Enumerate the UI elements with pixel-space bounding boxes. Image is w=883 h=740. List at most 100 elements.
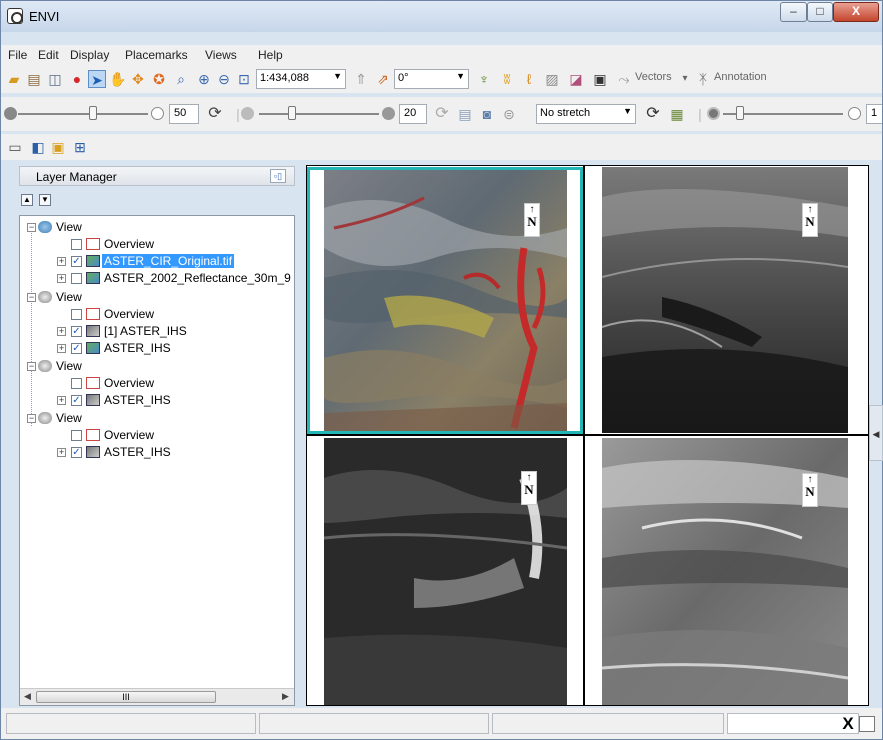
custom-layout-icon[interactable]: ⊞: [71, 138, 89, 156]
view-4-image[interactable]: ↑ N: [602, 438, 848, 705]
process-manager-icon[interactable]: [859, 716, 875, 732]
collapse-node-icon[interactable]: −: [27, 223, 36, 232]
collapse-node-icon[interactable]: −: [27, 293, 36, 302]
scale-combo[interactable]: 1:434,088 ▼: [256, 69, 346, 89]
data-manager-icon[interactable]: ▤: [25, 70, 43, 88]
roi-tool-icon[interactable]: ◪: [567, 70, 585, 88]
single-view-icon[interactable]: ▭: [6, 138, 24, 156]
collapse-panel-icon[interactable]: ◀: [869, 405, 883, 461]
open-folder-icon[interactable]: ▰: [5, 70, 23, 88]
contrast-value[interactable]: 20: [399, 104, 427, 124]
annotations-label[interactable]: Annotation: [714, 71, 767, 83]
auto-stretch-icon[interactable]: ◙: [478, 105, 496, 123]
select-cursor-icon[interactable]: ➤: [88, 70, 106, 88]
layer-checkbox[interactable]: [71, 309, 82, 320]
rotate-to-icon[interactable]: ⇗: [374, 70, 392, 88]
maximize-button[interactable]: □: [807, 2, 833, 22]
rotate-icon[interactable]: ✪: [150, 70, 168, 88]
menu-help[interactable]: Help: [258, 48, 283, 62]
tree-layer-node[interactable]: + ✓ [1] ASTER_IHS: [20, 324, 290, 338]
collapse-node-icon[interactable]: −: [27, 414, 36, 423]
expand-all-button[interactable]: ▼: [39, 194, 51, 206]
toolbox-icon[interactable]: ◫: [46, 70, 64, 88]
sharpen-value[interactable]: 1: [866, 104, 882, 124]
scrollbar-thumb[interactable]: III: [36, 691, 216, 703]
tree-layer-node[interactable]: + ✓ ASTER_IHS: [20, 393, 290, 407]
refresh-stretch-icon[interactable]: ⟳: [644, 105, 662, 123]
pan-hand-icon[interactable]: ✋: [109, 70, 127, 88]
spectral-profile-icon[interactable]: ℓ: [520, 70, 538, 88]
tree-overview-node[interactable]: Overview: [20, 307, 290, 321]
tree-view-node[interactable]: − View: [20, 220, 290, 234]
reset-brightness-icon[interactable]: ⟳: [206, 105, 224, 123]
layer-checkbox[interactable]: [71, 430, 82, 441]
view-1-image[interactable]: ↑ N: [324, 168, 567, 432]
layer-checkbox[interactable]: [71, 273, 82, 284]
expand-node-icon[interactable]: +: [57, 274, 66, 283]
crosshairs-icon[interactable]: ʬ: [498, 70, 516, 88]
zoom-in-icon[interactable]: ⊕: [195, 70, 213, 88]
tree-layer-node[interactable]: + ✓ ASTER_IHS: [20, 445, 290, 459]
tree-overview-node[interactable]: Overview: [20, 428, 290, 442]
fly-icon[interactable]: ✥: [129, 70, 147, 88]
layer-checkbox[interactable]: ✓: [71, 343, 82, 354]
layer-checkbox[interactable]: ✓: [71, 395, 82, 406]
layer-checkbox[interactable]: [71, 378, 82, 389]
expand-node-icon[interactable]: +: [57, 327, 66, 336]
menu-edit[interactable]: Edit: [38, 48, 59, 62]
scroll-left-icon[interactable]: ◀: [24, 691, 31, 702]
settings-icon[interactable]: ⊜: [500, 105, 518, 123]
sharpen-slider-thumb[interactable]: [736, 106, 744, 120]
cursor-value-icon[interactable]: ♆: [475, 70, 493, 88]
layer-checkbox[interactable]: ✓: [71, 447, 82, 458]
chevron-down-icon[interactable]: ▾: [676, 70, 694, 88]
stretch-combo[interactable]: No stretch ▼: [536, 104, 636, 124]
tree-layer-node[interactable]: + ASTER_2002_Reflectance_30m_9: [20, 271, 294, 285]
brightness-value[interactable]: 50: [169, 104, 199, 124]
brightness-slider-track[interactable]: [18, 113, 148, 115]
layer-checkbox[interactable]: ✓: [71, 326, 82, 337]
layer-checkbox[interactable]: [71, 239, 82, 250]
zoom-full-icon[interactable]: ⊡: [235, 70, 253, 88]
tree-layer-node[interactable]: + ✓ ASTER_IHS: [20, 341, 290, 355]
brightness-slider-thumb[interactable]: [89, 106, 97, 120]
pin-panel-icon[interactable]: ▫▯: [270, 169, 286, 183]
reset-contrast-icon[interactable]: ⟳: [433, 105, 451, 123]
rotation-combo[interactable]: 0° ▼: [394, 69, 469, 89]
tree-overview-node[interactable]: Overview: [20, 237, 290, 251]
expand-node-icon[interactable]: +: [57, 448, 66, 457]
menu-views[interactable]: Views: [205, 48, 237, 62]
tree-view-node[interactable]: − View: [20, 411, 290, 425]
view-3-image[interactable]: ↑ N: [324, 438, 567, 705]
menu-display[interactable]: Display: [70, 48, 109, 62]
stretch-type-icon[interactable]: ▤: [456, 105, 474, 123]
layer-tree-scrollbar[interactable]: ◀ III ▶: [20, 688, 294, 705]
north-up-icon[interactable]: ⇑: [352, 70, 370, 88]
cancel-process-icon[interactable]: X: [839, 713, 857, 734]
vectors-icon[interactable]: ⤳: [615, 70, 633, 88]
annotations-icon[interactable]: ᛡ: [694, 70, 712, 88]
scroll-right-icon[interactable]: ▶: [282, 691, 289, 702]
expand-node-icon[interactable]: +: [57, 344, 66, 353]
menu-file[interactable]: File: [8, 48, 27, 62]
zoom-icon[interactable]: ⌕: [172, 70, 190, 88]
collapse-all-button[interactable]: ▲: [21, 194, 33, 206]
menu-placemarks[interactable]: Placemarks: [125, 48, 188, 62]
placemark-icon[interactable]: ●: [68, 70, 86, 88]
two-views-icon[interactable]: ◧: [29, 138, 47, 156]
layer-checkbox[interactable]: ✓: [71, 256, 82, 267]
tree-view-node[interactable]: − View: [20, 359, 290, 373]
zoom-out-icon[interactable]: ⊖: [215, 70, 233, 88]
vectors-label[interactable]: Vectors: [635, 71, 672, 83]
tree-layer-node[interactable]: + ✓ ASTER_CIR_Original.tif: [20, 254, 290, 268]
view-2-image[interactable]: ↑ N: [602, 167, 848, 433]
pixel-locator-icon[interactable]: ▣: [591, 70, 609, 88]
histogram-icon[interactable]: ▦: [668, 105, 686, 123]
close-button[interactable]: X: [833, 2, 879, 22]
tree-view-node[interactable]: − View: [20, 290, 290, 304]
tree-overview-node[interactable]: Overview: [20, 376, 290, 390]
contrast-slider-thumb[interactable]: [288, 106, 296, 120]
minimize-button[interactable]: –: [780, 2, 807, 22]
four-views-icon[interactable]: ▣: [49, 138, 67, 156]
contrast-slider-track[interactable]: [259, 113, 379, 115]
